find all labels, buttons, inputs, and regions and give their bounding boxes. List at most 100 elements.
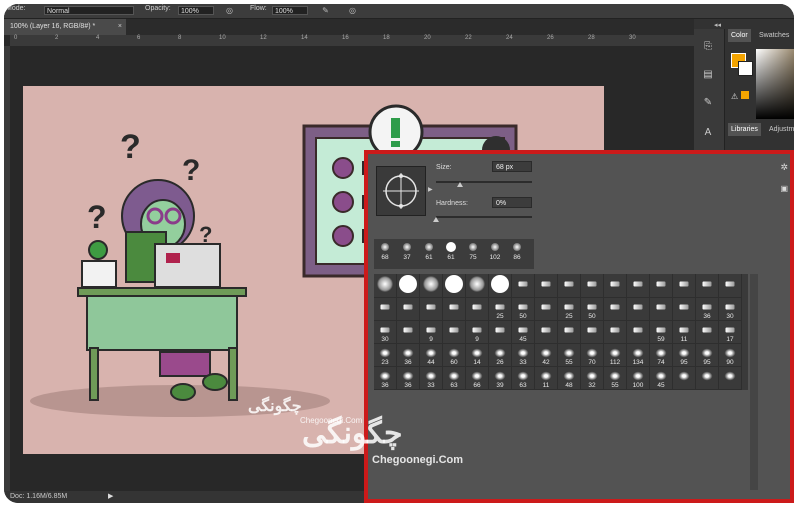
brush-preset-cell[interactable]: 70	[581, 343, 604, 367]
brush-preset-cell[interactable]	[558, 320, 581, 344]
brush-preset-cell[interactable]	[443, 297, 466, 321]
brush-preset-cell[interactable]: 25	[558, 297, 581, 321]
brush-preset-cell[interactable]	[443, 320, 466, 344]
size-field[interactable]: 68 px	[492, 161, 532, 172]
opacity-field[interactable]: 100%	[178, 6, 214, 15]
document-tab[interactable]: 100% (Layer 16, RGB/8#) * ×	[4, 19, 126, 35]
brush-preset-cell[interactable]	[696, 274, 719, 298]
brush-preset-cell[interactable]: 59	[650, 320, 673, 344]
brush-preset-cell[interactable]	[696, 320, 719, 344]
gamut-color-swatch[interactable]	[741, 91, 749, 99]
brush-preset-cell[interactable]	[397, 320, 420, 344]
brush-preset-cell[interactable]	[650, 274, 673, 298]
brush-panel-icon[interactable]: ✎	[699, 95, 717, 111]
brush-preset-cell[interactable]: 11	[673, 320, 696, 344]
brush-preset-cell[interactable]: 50	[581, 297, 604, 321]
brush-preset-cell[interactable]: 100	[627, 366, 650, 390]
character-panel-icon[interactable]: A	[699, 125, 717, 141]
brush-preset-cell[interactable]	[466, 297, 489, 321]
brush-preset-cell[interactable]	[489, 320, 512, 344]
brush-preset-cell[interactable]	[466, 274, 489, 298]
brush-preset-cell[interactable]	[420, 297, 443, 321]
brush-preset-cell[interactable]	[673, 297, 696, 321]
brush-preset-cell[interactable]: 26	[489, 343, 512, 367]
brush-preset-cell[interactable]	[604, 297, 627, 321]
brush-preset-cell[interactable]: 55	[558, 343, 581, 367]
brush-grid-scrollbar[interactable]	[750, 274, 758, 490]
brush-preset-cell[interactable]: 9	[466, 320, 489, 344]
color-spectrum[interactable]	[756, 49, 794, 119]
brush-preset-cell[interactable]: 30	[374, 320, 397, 344]
gear-icon[interactable]: ✲	[780, 162, 788, 173]
brush-preset-cell[interactable]: 39	[489, 366, 512, 390]
properties-panel-icon[interactable]: ▤	[699, 67, 717, 83]
preset-brush[interactable]: 61	[440, 239, 462, 261]
background-color-swatch[interactable]	[738, 61, 753, 76]
brush-preset-cell[interactable]: 14	[466, 343, 489, 367]
brush-preset-cell[interactable]	[581, 274, 604, 298]
brush-preset-cell[interactable]: 25	[489, 297, 512, 321]
preset-brush[interactable]: 61	[418, 239, 440, 261]
brush-preset-cell[interactable]: 95	[673, 343, 696, 367]
brush-preset-cell[interactable]: 33	[512, 343, 535, 367]
preset-brush[interactable]: 86	[506, 239, 528, 261]
tab-adjustments[interactable]: Adjustm	[766, 123, 794, 136]
brush-preset-cell[interactable]	[374, 274, 397, 298]
brush-preset-cell[interactable]: 36	[696, 297, 719, 321]
hardness-slider-thumb[interactable]	[433, 217, 439, 222]
brush-preset-cell[interactable]: 30	[719, 297, 742, 321]
airbrush-icon[interactable]: ✎	[321, 6, 330, 15]
flow-field[interactable]: 100%	[272, 6, 308, 15]
history-panel-icon[interactable]: ⎘	[699, 39, 717, 55]
brush-preset-cell[interactable]: 63	[443, 366, 466, 390]
brush-preset-cell[interactable]: 45	[512, 320, 535, 344]
brush-preset-cell[interactable]	[535, 320, 558, 344]
brush-preset-cell[interactable]: 33	[420, 366, 443, 390]
preview-arrow-icon[interactable]: ▶	[428, 186, 433, 193]
brush-preset-cell[interactable]: 23	[374, 343, 397, 367]
brush-preset-cell[interactable]: 32	[581, 366, 604, 390]
tab-color[interactable]: Color	[728, 29, 751, 42]
tab-swatches[interactable]: Swatches	[756, 29, 792, 42]
brush-preset-cell[interactable]: 60	[443, 343, 466, 367]
brush-preset-cell[interactable]	[627, 320, 650, 344]
brush-preset-cell[interactable]: 17	[719, 320, 742, 344]
brush-preset-cell[interactable]: 66	[466, 366, 489, 390]
hardness-slider[interactable]	[436, 216, 532, 218]
preset-brush[interactable]: 102	[484, 239, 506, 261]
hardness-field[interactable]: 0%	[492, 197, 532, 208]
brush-preset-cell[interactable]	[673, 274, 696, 298]
brush-preset-cell[interactable]: 36	[374, 366, 397, 390]
gamut-warning-icon[interactable]: ⚠	[731, 92, 738, 101]
brush-preset-cell[interactable]	[604, 320, 627, 344]
size-slider[interactable]	[436, 181, 532, 183]
brush-preset-cell[interactable]	[397, 297, 420, 321]
brush-preset-cell[interactable]: 9	[420, 320, 443, 344]
preset-brush[interactable]: 68	[374, 239, 396, 261]
brush-preset-cell[interactable]: 90	[719, 343, 742, 367]
brush-preset-cell[interactable]	[650, 297, 673, 321]
preset-brush[interactable]: 75	[462, 239, 484, 261]
brush-preset-cell[interactable]: 63	[512, 366, 535, 390]
brush-preset-cell[interactable]: 50	[512, 297, 535, 321]
pressure-size-icon[interactable]: ◎	[348, 6, 357, 15]
new-preset-icon[interactable]: ▣	[780, 184, 788, 193]
brush-preset-cell[interactable]: 134	[627, 343, 650, 367]
brush-preset-cell[interactable]	[719, 366, 742, 390]
brush-preset-cell[interactable]	[374, 297, 397, 321]
brush-preset-cell[interactable]	[673, 366, 696, 390]
brush-preset-cell[interactable]: 48	[558, 366, 581, 390]
brush-preset-cell[interactable]	[581, 320, 604, 344]
brush-preset-cell[interactable]	[627, 274, 650, 298]
collapse-panels-icon[interactable]: ◂◂	[714, 21, 721, 29]
brush-preset-cell[interactable]: 112	[604, 343, 627, 367]
brush-preset-cell[interactable]: 95	[696, 343, 719, 367]
preset-brush[interactable]: 37	[396, 239, 418, 261]
brush-preset-cell[interactable]	[719, 274, 742, 298]
status-menu-arrow-icon[interactable]: ▶	[108, 491, 113, 503]
close-tab-icon[interactable]: ×	[118, 19, 122, 35]
mode-select[interactable]: Normal	[44, 6, 134, 15]
brush-preset-cell[interactable]	[443, 274, 466, 298]
brush-preset-cell[interactable]	[558, 274, 581, 298]
pressure-opacity-icon[interactable]: ◎	[225, 6, 234, 15]
